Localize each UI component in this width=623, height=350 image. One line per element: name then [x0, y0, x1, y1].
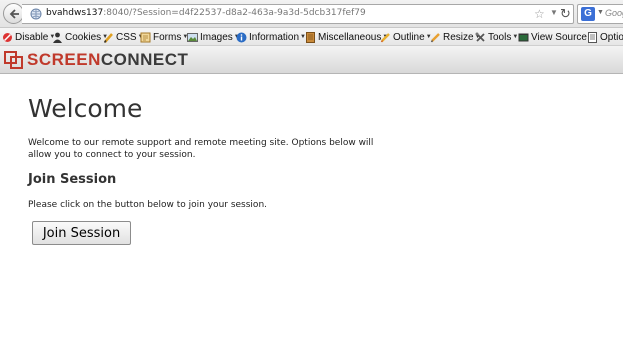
toolbar-label: Disable — [15, 31, 49, 43]
back-button[interactable] — [3, 3, 24, 24]
globe-icon — [30, 8, 42, 20]
brand-logo-text[interactable]: ScreenConnect — [27, 51, 188, 69]
toolbar-outline[interactable]: Outline ▼ — [380, 30, 432, 44]
forms-icon — [140, 32, 151, 43]
toolbar-tools[interactable]: Tools ▼ — [475, 30, 518, 44]
search-placeholder: Goog — [605, 8, 623, 18]
google-icon[interactable]: G — [581, 7, 595, 21]
address-bar-row: bvahdws137:8040/?Session=d4f22537-d8a2-4… — [0, 0, 623, 28]
tools-icon — [475, 32, 486, 43]
join-session-button[interactable]: Join Session — [32, 221, 131, 245]
toolbar-miscellaneous[interactable]: Miscellaneous▼ — [305, 30, 388, 44]
join-instruction-text: Please click on the button below to join… — [28, 200, 268, 210]
chevron-down-icon[interactable]: ▼ — [550, 8, 558, 17]
toolbar-label: Resize — [443, 31, 474, 43]
brand-part-screen: Screen — [27, 50, 101, 69]
toolbar-resize[interactable]: Resize ▼ — [430, 30, 481, 44]
toolbar-label: CSS — [116, 31, 137, 43]
page-title: Welcome — [28, 94, 143, 123]
search-box[interactable]: G ▼ Goog — [577, 4, 623, 24]
toolbar-label: Cookies — [65, 31, 102, 43]
toolbar-images[interactable]: Images▼ — [187, 30, 240, 44]
screenconnect-logo-icon — [4, 51, 23, 69]
toolbar-label: Outline — [393, 31, 425, 43]
welcome-text: Welcome to our remote support and remote… — [28, 138, 374, 160]
toolbar-information[interactable]: Information ▼ — [236, 30, 306, 44]
toolbar-label: Miscellaneous — [318, 31, 382, 43]
toolbar-cookies[interactable]: Cookies ▼ — [52, 30, 108, 44]
url-host: bvahdws137 — [46, 8, 104, 18]
toolbar-disable[interactable]: Disable ▼ — [2, 30, 55, 44]
toolbar-view-source[interactable]: View Source▼ — [518, 30, 594, 44]
search-engine-dropdown-icon[interactable]: ▼ — [597, 9, 604, 16]
images-icon — [187, 32, 198, 43]
brand-part-connect: Connect — [100, 50, 189, 69]
toolbar-label: Images — [200, 31, 233, 43]
web-developer-toolbar: Disable▼ Cookies▼ CSS▼ Forms▼ Images▼ In… — [0, 28, 623, 46]
options-icon — [587, 31, 598, 43]
resize-icon — [430, 32, 441, 43]
miscellaneous-icon — [305, 31, 316, 43]
reload-icon[interactable]: ↻ — [560, 6, 571, 22]
outline-icon — [380, 32, 391, 43]
back-arrow-icon — [9, 9, 19, 19]
brand-header: ScreenConnect — [0, 46, 623, 74]
css-icon — [103, 32, 114, 43]
toolbar-label: Information — [249, 31, 300, 43]
toolbar-label: Optio — [600, 31, 623, 43]
url-field[interactable]: bvahdws137:8040/?Session=d4f22537-d8a2-4… — [22, 4, 574, 24]
toolbar-label: View Source — [531, 31, 587, 43]
toolbar-label: Forms — [153, 31, 182, 43]
star-icon[interactable]: ☆ — [534, 7, 545, 21]
url-text: bvahdws137:8040/?Session=d4f22537-d8a2-4… — [46, 8, 366, 18]
cookies-icon — [52, 32, 63, 43]
toolbar-forms[interactable]: Forms ▼ — [140, 30, 188, 44]
toolbar-options[interactable]: Optio — [587, 30, 623, 44]
url-path: :8040/?Session=d4f22537-d8a2-463a-9a3d-5… — [103, 8, 366, 18]
toolbar-label: Tools — [488, 31, 512, 43]
toolbar-css[interactable]: CSS▼ — [103, 30, 144, 44]
information-icon — [236, 32, 247, 43]
disable-icon — [2, 32, 13, 43]
view-source-icon — [518, 32, 529, 43]
section-heading-join-session: Join Session — [28, 172, 117, 187]
